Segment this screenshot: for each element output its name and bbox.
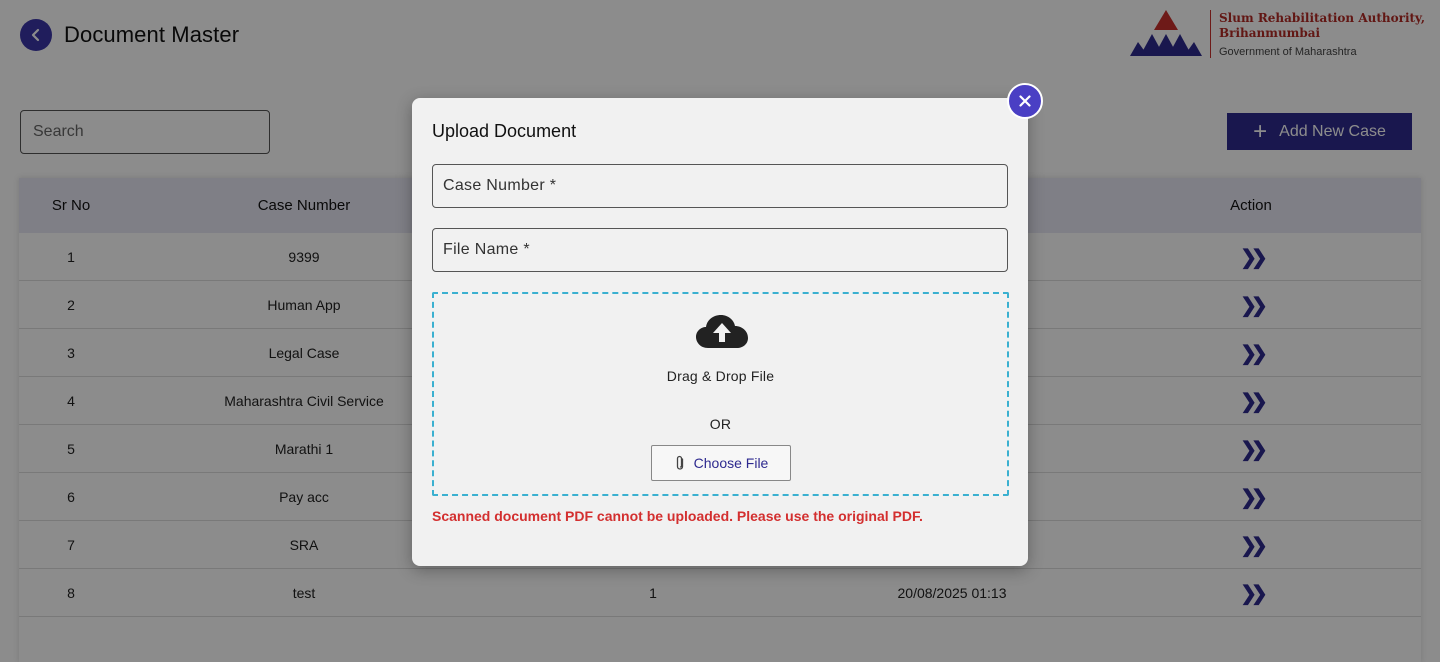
upload-error-message: Scanned document PDF cannot be uploaded.… — [432, 508, 923, 524]
drag-drop-text: Drag & Drop File — [666, 368, 775, 384]
cloud-upload-icon — [696, 315, 748, 348]
choose-file-button[interactable]: Choose File — [651, 445, 791, 481]
close-icon — [1019, 95, 1031, 107]
file-name-field[interactable] — [432, 228, 1008, 272]
choose-file-label: Choose File — [693, 455, 769, 471]
close-modal-button[interactable] — [1007, 83, 1043, 119]
or-separator: OR — [709, 416, 732, 432]
upload-document-modal: Upload Document Drag & Drop File OR Choo… — [412, 98, 1028, 566]
paperclip-icon — [676, 455, 683, 470]
file-dropzone[interactable]: Drag & Drop File OR Choose File — [432, 292, 1009, 496]
modal-title: Upload Document — [432, 121, 577, 141]
case-number-field[interactable] — [432, 164, 1008, 208]
